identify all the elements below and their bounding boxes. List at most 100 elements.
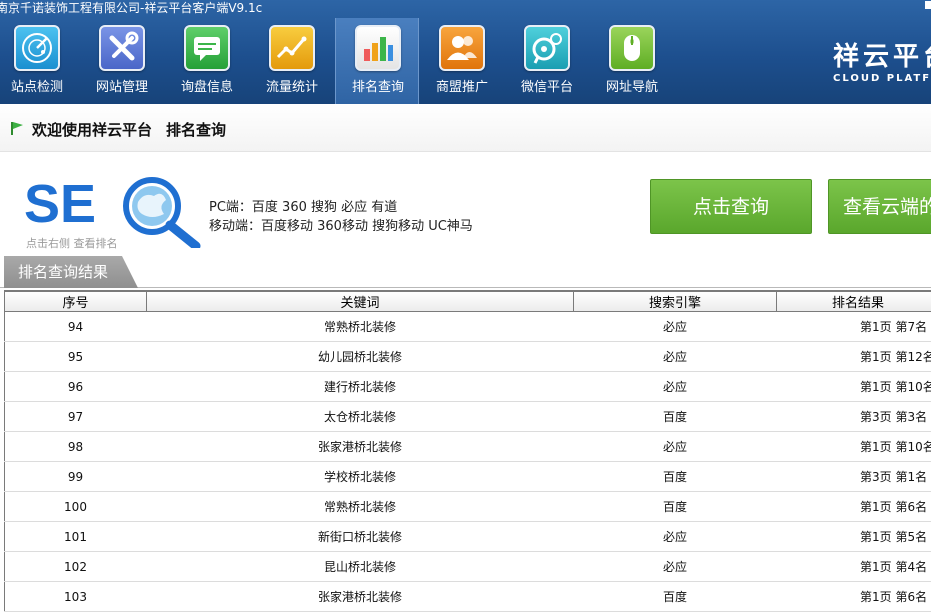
bar-chart-icon [355,25,401,71]
cell-keyword: 张家港桥北装修 [147,582,574,612]
cell-keyword: 太仓桥北装修 [147,402,574,432]
users-icon [439,25,485,71]
cell-engine: 必应 [574,372,777,402]
cell-rank: 第1页 第10名 [777,432,931,462]
cell-keyword: 幼儿园桥北装修 [147,342,574,372]
toolbar-item-wechat[interactable]: 微信平台 [505,18,589,104]
cell-keyword: 常熟桥北装修 [147,312,574,342]
table-row[interactable]: 98张家港桥北装修必应第1页 第10名 [5,432,931,462]
cell-rank: 第1页 第6名 [777,582,931,612]
cell-rank: 第3页 第1名 [777,462,931,492]
page-title: 欢迎使用祥云平台排名查询 [32,119,226,140]
brand-name-cn: 祥云平台 [833,36,931,73]
toolbar-label: 流量统计 [250,76,334,95]
table-row[interactable]: 96建行桥北装修必应第1页 第10名 [5,372,931,402]
window-titlebar: 南京千诺装饰工程有限公司-祥云平台客户端V9.1c [0,0,931,18]
mouse-icon [609,25,655,71]
breadcrumb-current: 排名查询 [166,121,226,139]
cell-rank: 第1页 第4名 [777,552,931,582]
cell-engine: 必应 [574,342,777,372]
cell-no: 94 [5,312,147,342]
toolbar-label: 询盘信息 [165,76,249,95]
seo-logo-text: SE [24,174,96,234]
cell-engine: 百度 [574,492,777,522]
cell-engine: 百度 [574,402,777,432]
query-button[interactable]: 点击查询 [650,179,812,234]
toolbar-label: 网站管理 [80,76,164,95]
toolbar-item-navigation[interactable]: 网址导航 [590,18,674,104]
cell-keyword: 常熟桥北装修 [147,492,574,522]
flag-icon [10,121,24,135]
table-row[interactable]: 101新街口桥北装修必应第1页 第5名 [5,522,931,552]
cell-no: 102 [5,552,147,582]
cloud-view-button[interactable]: 查看云端的 [828,179,931,234]
cell-rank: 第1页 第10名 [777,372,931,402]
table-row[interactable]: 100常熟桥北装修百度第1页 第6名 [5,492,931,522]
cell-engine: 必应 [574,432,777,462]
top-toolbar: 南京千诺装饰工程有限公司-祥云平台客户端V9.1c 站点检测 网站管理 询盘信息… [0,0,931,104]
results-table: 序号 关键词 搜索引擎 排名结果 94常熟桥北装修必应第1页 第7名 95幼儿园… [4,290,931,612]
cell-engine: 必应 [574,312,777,342]
brand-name-en: CLOUD PLATFORM [833,73,931,84]
breadcrumb: 欢迎使用祥云平台排名查询 [0,104,931,152]
column-header-no[interactable]: 序号 [5,291,147,312]
cell-rank: 第3页 第3名 [777,402,931,432]
cell-keyword: 张家港桥北装修 [147,432,574,462]
trend-chart-icon [269,25,315,71]
toolbar-label: 商盟推广 [420,76,504,95]
tab-ranking-results[interactable]: 排名查询结果 [4,256,138,288]
cell-rank: 第1页 第12名 [777,342,931,372]
toolbar-item-ranking[interactable]: 排名查询 [335,18,419,104]
cell-keyword: 学校桥北装修 [147,462,574,492]
cell-keyword: 昆山桥北装修 [147,552,574,582]
toolbar-item-inquiry[interactable]: 询盘信息 [165,18,249,104]
column-header-keyword[interactable]: 关键词 [147,291,574,312]
cell-keyword: 建行桥北装修 [147,372,574,402]
window-title: 南京千诺装饰工程有限公司-祥云平台客户端V9.1c [0,0,262,16]
cell-engine: 必应 [574,522,777,552]
cell-no: 96 [5,372,147,402]
toolbar-label: 站点检测 [0,76,79,95]
table-row[interactable]: 102昆山桥北装修必应第1页 第4名 [5,552,931,582]
cell-no: 95 [5,342,147,372]
table-row[interactable]: 95幼儿园桥北装修必应第1页 第12名 [5,342,931,372]
toolbar-item-alliance[interactable]: 商盟推广 [420,18,504,104]
cell-rank: 第1页 第7名 [777,312,931,342]
result-tabs: 排名查询结果 [0,256,931,288]
cell-no: 97 [5,402,147,432]
cell-rank: 第1页 第6名 [777,492,931,522]
cell-no: 101 [5,522,147,552]
close-icon[interactable] [925,1,931,9]
table-row[interactable]: 103张家港桥北装修百度第1页 第6名 [5,582,931,612]
table-header-row: 序号 关键词 搜索引擎 排名结果 [5,291,931,312]
toolbar-item-site-check[interactable]: 站点检测 [0,18,79,104]
toolbar-label: 网址导航 [590,76,674,95]
cell-keyword: 新街口桥北装修 [147,522,574,552]
cell-engine: 百度 [574,582,777,612]
seo-hint: 点击右侧 查看排名 [26,235,118,251]
engine-list: PC端：百度 360 搜狗 必应 有道 移动端：百度移动 360移动 搜狗移动 … [209,198,473,236]
breadcrumb-welcome: 欢迎使用祥云平台 [32,121,152,139]
toolbar-item-traffic[interactable]: 流量统计 [250,18,334,104]
column-header-engine[interactable]: 搜索引擎 [574,291,777,312]
message-icon [184,25,230,71]
column-header-rank[interactable]: 排名结果 [777,291,931,312]
pc-engines: PC端：百度 360 搜狗 必应 有道 [209,198,473,217]
cell-engine: 必应 [574,552,777,582]
cell-engine: 百度 [574,462,777,492]
table-row[interactable]: 97太仓桥北装修百度第3页 第3名 [5,402,931,432]
cell-no: 99 [5,462,147,492]
wechat-search-icon [524,25,570,71]
toolbar-item-site-manage[interactable]: 网站管理 [80,18,164,104]
radar-icon [14,25,60,71]
toolbar-label: 微信平台 [505,76,589,95]
table-row[interactable]: 94常熟桥北装修必应第1页 第7名 [5,312,931,342]
brand-logo: 祥云平台 CLOUD PLATFORM [833,36,931,84]
tools-icon [99,25,145,71]
mobile-engines: 移动端：百度移动 360移动 搜狗移动 UC神马 [209,217,473,236]
cell-rank: 第1页 第5名 [777,522,931,552]
cell-no: 98 [5,432,147,462]
table-row[interactable]: 99学校桥北装修百度第3页 第1名 [5,462,931,492]
cell-no: 100 [5,492,147,522]
toolbar-label: 排名查询 [336,76,420,95]
